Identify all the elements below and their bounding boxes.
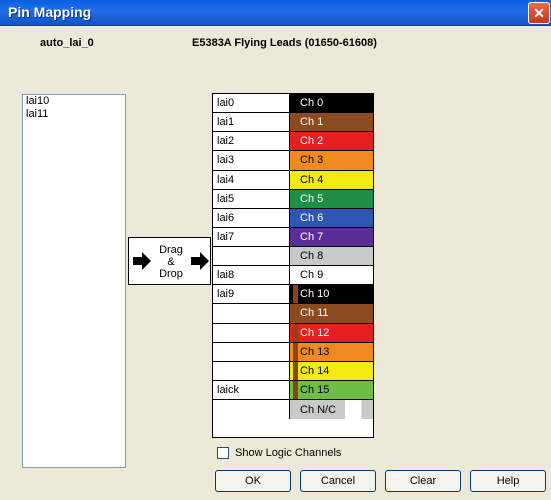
channel-label: Ch 3: [300, 154, 324, 167]
channel-label: Ch 0: [300, 97, 324, 110]
channel-label: Ch 5: [300, 192, 324, 205]
channel-cell: Ch 3: [290, 151, 373, 170]
channel-cell: Ch 6: [290, 208, 373, 227]
pin-mapping-grid: lai0 Ch 0 lai1 Ch 1 lai2 Ch 2 lai3 Ch 3 lai4 Ch 4…: [212, 93, 374, 438]
close-icon: ✕: [533, 4, 545, 21]
pin-cell[interactable]: [213, 323, 290, 342]
channel-label: Ch 7: [300, 230, 324, 243]
pin-cell[interactable]: lai2: [213, 132, 290, 151]
mapping-row[interactable]: lai3 Ch 3: [213, 151, 373, 171]
pin-cell[interactable]: [213, 247, 290, 266]
pin-cell[interactable]: lai3: [213, 151, 290, 170]
mapping-row[interactable]: Ch 8: [213, 247, 373, 267]
mapping-row[interactable]: lai2 Ch 2: [213, 132, 373, 152]
pin-cell[interactable]: lai5: [213, 189, 290, 208]
pin-mapping-dialog: Pin Mapping ✕ auto_lai_0 E5383A Flying L…: [0, 0, 551, 500]
wire-stub: [293, 323, 298, 342]
pin-cell[interactable]: lai0: [213, 94, 290, 113]
pin-cell[interactable]: [213, 400, 290, 420]
channel-label: Ch 12: [300, 326, 330, 339]
pin-cell[interactable]: lai9: [213, 285, 290, 304]
unmapped-pins-listbox[interactable]: lai10 lai11: [22, 94, 126, 468]
pin-cell[interactable]: lai4: [213, 170, 290, 189]
wire-stub: [293, 285, 298, 304]
mapping-row[interactable]: lai7 Ch 7: [213, 227, 373, 247]
mapping-row[interactable]: Ch 13: [213, 342, 373, 362]
mapping-row[interactable]: lai6 Ch 6: [213, 208, 373, 228]
mapping-row[interactable]: lai0 Ch 0: [213, 94, 373, 114]
pin-cell[interactable]: lai7: [213, 227, 290, 246]
channel-cell: Ch 12: [290, 323, 373, 342]
title-bar: Pin Mapping ✕: [0, 0, 551, 26]
channel-label: Ch 1: [300, 116, 324, 129]
channel-cell: Ch 11: [290, 304, 373, 323]
channel-label: Ch 4: [300, 173, 324, 186]
cable-name-label: E5383A Flying Leads (01650-61608): [192, 37, 377, 49]
cancel-button[interactable]: Cancel: [300, 470, 376, 492]
right-arrow-icon: [133, 252, 151, 270]
channel-label: Ch 15: [300, 383, 330, 396]
channel-label: Ch 8: [300, 250, 324, 263]
pin-cell[interactable]: [213, 304, 290, 323]
pin-cell[interactable]: lai8: [213, 266, 290, 285]
right-arrow-icon: [191, 252, 209, 270]
mapping-row[interactable]: laick Ch 15: [213, 380, 373, 400]
mapping-row[interactable]: Ch 12: [213, 323, 373, 343]
pin-cell[interactable]: lai6: [213, 208, 290, 227]
channel-label: Ch 9: [300, 269, 324, 282]
channel-cell: Ch 13: [290, 342, 373, 361]
module-name-label: auto_lai_0: [40, 37, 94, 49]
mapping-row[interactable]: Ch 14: [213, 361, 373, 381]
wire-stub: [293, 342, 298, 361]
pin-cell[interactable]: [213, 342, 290, 361]
wire-stub: [293, 361, 298, 380]
pin-cell[interactable]: laick: [213, 380, 290, 399]
channel-label: Ch 13: [300, 345, 330, 358]
channel-label: Ch 6: [300, 211, 324, 224]
channel-label: Ch 10: [300, 288, 330, 301]
mapping-row[interactable]: Ch N/C: [213, 400, 373, 420]
window-title: Pin Mapping: [8, 4, 92, 20]
clear-button[interactable]: Clear: [385, 470, 461, 492]
channel-cell: Ch 7: [290, 227, 373, 246]
mapping-row[interactable]: lai5 Ch 5: [213, 189, 373, 209]
channel-cell: Ch 0: [290, 94, 373, 113]
mapping-row[interactable]: lai9 Ch 10: [213, 285, 373, 305]
drag-drop-text: Drag & Drop: [159, 244, 183, 280]
channel-label: Ch 11: [300, 307, 329, 320]
pin-cell[interactable]: lai1: [213, 113, 290, 132]
mapping-row[interactable]: lai8 Ch 9: [213, 266, 373, 286]
channel-cell: Ch 15: [290, 380, 373, 399]
channel-cell: Ch 14: [290, 361, 373, 380]
channel-label: Ch 14: [300, 364, 330, 377]
close-button[interactable]: ✕: [528, 2, 550, 24]
mapping-row[interactable]: Ch 11: [213, 304, 373, 324]
channel-cell: Ch 8: [290, 247, 373, 266]
show-logic-channels-checkbox[interactable]: [217, 447, 229, 459]
channel-cell: Ch N/C: [290, 400, 373, 420]
ok-button[interactable]: OK: [215, 470, 291, 492]
wire-stub: [293, 380, 298, 399]
mapping-row[interactable]: lai1 Ch 1: [213, 113, 373, 133]
channel-cell: Ch 4: [290, 170, 373, 189]
channel-cell: Ch 5: [290, 189, 373, 208]
channel-cell: Ch 1: [290, 113, 373, 132]
drag-drop-hint: Drag & Drop: [128, 237, 211, 285]
show-logic-channels-label: Show Logic Channels: [235, 447, 342, 459]
show-logic-channels-toggle[interactable]: Show Logic Channels: [217, 447, 341, 459]
list-item[interactable]: lai10: [23, 95, 125, 108]
channel-cell: Ch 2: [290, 132, 373, 151]
list-item[interactable]: lai11: [23, 108, 125, 121]
channel-cell: Ch 9: [290, 266, 373, 285]
channel-label: Ch 2: [300, 135, 324, 148]
channel-cell: Ch 10: [290, 285, 373, 304]
help-button[interactable]: Help: [470, 470, 546, 492]
channel-label: Ch N/C: [300, 403, 337, 416]
mapping-row[interactable]: lai4 Ch 4: [213, 170, 373, 190]
pin-cell[interactable]: [213, 361, 290, 380]
